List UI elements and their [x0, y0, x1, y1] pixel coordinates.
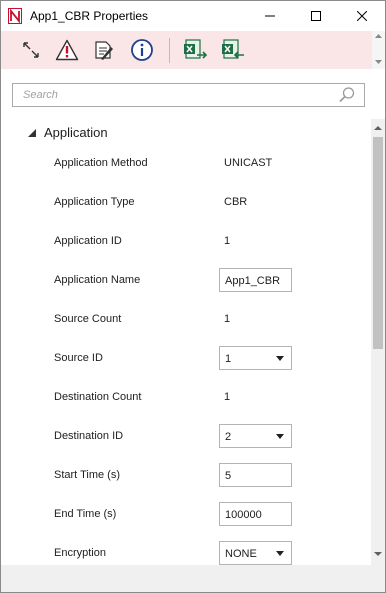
- resize-arrows-icon: [23, 42, 39, 58]
- source-id-dropdown[interactable]: 1: [219, 346, 292, 370]
- excel-import-button[interactable]: [219, 35, 249, 65]
- status-bar: [1, 565, 385, 592]
- warning-icon: [55, 39, 79, 61]
- property-value-application-type: CBR: [224, 196, 248, 208]
- excel-export-icon: [184, 39, 208, 59]
- start-time-value: 5: [225, 470, 232, 482]
- warning-button[interactable]: [52, 35, 82, 65]
- end-time-field[interactable]: 100000: [219, 502, 292, 526]
- window-title: App1_CBR Properties: [30, 9, 149, 23]
- property-label: Application Method: [54, 157, 148, 169]
- chevron-down-icon: [276, 356, 284, 361]
- property-value-application-method: UNICAST: [224, 157, 273, 169]
- property-label: End Time (s): [54, 508, 117, 520]
- edit-note-button[interactable]: [88, 35, 118, 65]
- toolbar-scroll-arrows-icon: [375, 34, 382, 64]
- start-time-field[interactable]: 5: [219, 463, 292, 487]
- scroll-up-arrow-icon[interactable]: [371, 121, 385, 135]
- property-label: Start Time (s): [54, 469, 121, 481]
- toolbar-scrollbar[interactable]: [372, 31, 385, 69]
- application-name-value: App1_CBR: [225, 275, 281, 287]
- destination-id-dropdown[interactable]: 2: [219, 424, 292, 448]
- property-label: Source ID: [54, 352, 103, 364]
- app-logo-icon: [8, 8, 22, 24]
- property-label: Source Count: [54, 313, 122, 325]
- encryption-value: NONE: [225, 548, 257, 560]
- scrollbar-thumb[interactable]: [373, 137, 383, 349]
- property-label: Destination ID: [54, 430, 124, 442]
- search-input[interactable]: Search: [12, 83, 365, 107]
- toolbar: [1, 31, 372, 69]
- maximize-button[interactable]: [293, 1, 339, 31]
- property-value-source-count: 1: [224, 313, 231, 325]
- info-button[interactable]: [127, 35, 157, 65]
- property-label: Destination Count: [54, 391, 142, 403]
- minimize-button[interactable]: [247, 1, 293, 31]
- property-value-destination-count: 1: [224, 391, 231, 403]
- vertical-scrollbar[interactable]: [371, 119, 385, 565]
- resize-button[interactable]: [16, 35, 46, 65]
- property-grid: Application Application Method UNICAST A…: [1, 119, 371, 569]
- collapse-triangle-icon[interactable]: [28, 128, 36, 137]
- property-label: Application Name: [54, 274, 141, 286]
- scroll-down-arrow-icon[interactable]: [371, 547, 385, 561]
- property-label: Encryption: [54, 547, 106, 559]
- maximize-icon: [311, 11, 321, 21]
- toolbar-separator: [169, 38, 170, 63]
- excel-import-icon: [222, 39, 244, 59]
- info-icon: [131, 39, 153, 61]
- application-name-field[interactable]: App1_CBR: [219, 268, 292, 292]
- search-icon[interactable]: [338, 86, 356, 104]
- encryption-dropdown[interactable]: NONE: [219, 541, 292, 565]
- property-label: Application ID: [54, 235, 122, 247]
- section-header-application[interactable]: Application: [28, 125, 108, 140]
- minimize-icon: [265, 15, 275, 17]
- source-id-value: 1: [225, 353, 232, 365]
- close-icon: [357, 11, 367, 21]
- property-value-application-id: 1: [224, 235, 231, 247]
- properties-window: App1_CBR Properties Search Application A…: [0, 0, 386, 593]
- property-label: Application Type: [54, 196, 135, 208]
- chevron-down-icon: [276, 551, 284, 556]
- edit-note-icon: [95, 41, 113, 60]
- close-button[interactable]: [339, 1, 385, 31]
- section-label: Application: [44, 125, 108, 140]
- end-time-value: 100000: [225, 509, 262, 521]
- search-placeholder: Search: [23, 89, 58, 101]
- title-bar: App1_CBR Properties: [1, 1, 385, 31]
- excel-export-button[interactable]: [181, 35, 211, 65]
- destination-id-value: 2: [225, 431, 232, 443]
- chevron-down-icon: [276, 434, 284, 439]
